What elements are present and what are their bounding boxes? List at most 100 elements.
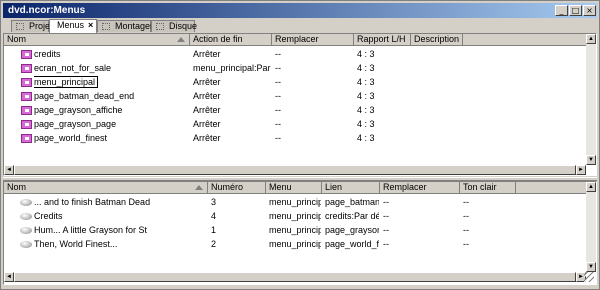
menu-icon <box>21 134 32 143</box>
sort-ascending-icon <box>177 37 185 42</box>
resize-grip-icon[interactable] <box>584 272 594 282</box>
scroll-thumb[interactable] <box>14 165 576 175</box>
menu-icon <box>21 92 32 101</box>
menus-list: Nom Action de fin Remplacer Rapport L/H … <box>3 33 597 176</box>
button-replace: -- <box>383 225 389 235</box>
menu-ratio: 4 : 3 <box>357 133 375 143</box>
column-header-description[interactable]: Description <box>411 34 463 46</box>
menu-action: Arrêter <box>193 119 221 129</box>
button-replace: -- <box>383 197 389 207</box>
horizontal-scrollbar[interactable]: ◄ ► <box>4 272 586 282</box>
window-title: dvd.ncor:Menus <box>8 5 86 16</box>
title-bar[interactable]: dvd.ncor:Menus _ □ × <box>3 3 597 18</box>
button-number: 4 <box>211 211 217 221</box>
button-name: Credits <box>34 211 63 221</box>
vertical-scrollbar[interactable]: ▲ ▼ <box>586 34 596 165</box>
menu-name: page_batman_dead_end <box>34 91 135 101</box>
tab-montages[interactable]: Montages <box>97 20 155 32</box>
button-icon <box>20 241 32 248</box>
scroll-left-button[interactable]: ◄ <box>4 272 14 282</box>
tab-icon <box>102 23 110 30</box>
column-header-action-de-fin[interactable]: Action de fin <box>190 34 272 46</box>
tab-icon <box>16 23 24 30</box>
menu-icon <box>21 50 32 59</box>
menu-icon <box>21 78 32 87</box>
menu-ratio: 4 : 3 <box>357 49 375 59</box>
button-tone: -- <box>463 225 469 235</box>
menu-name: page_grayson_page <box>34 119 117 129</box>
menu-ratio: 4 : 3 <box>357 77 375 87</box>
menu-action: Arrêter <box>193 105 221 115</box>
column-header-nom[interactable]: Nom <box>4 34 190 46</box>
scroll-up-button[interactable]: ▲ <box>586 34 596 44</box>
menus-window: dvd.ncor:Menus _ □ × Projet Menus × Mont… <box>0 0 600 290</box>
button-tone: -- <box>463 239 469 249</box>
maximize-button[interactable]: □ <box>569 5 582 16</box>
button-number: 1 <box>211 225 217 235</box>
horizontal-scrollbar[interactable]: ◄ ► <box>4 165 586 175</box>
column-header-menu[interactable]: Menu <box>266 182 322 194</box>
menu-replace: -- <box>275 49 281 59</box>
menu-replace: -- <box>275 91 281 101</box>
menu-ratio: 4 : 3 <box>357 119 375 129</box>
sort-ascending-icon <box>195 185 203 190</box>
column-header-rapport[interactable]: Rapport L/H <box>354 34 411 46</box>
column-header-filler <box>516 182 588 194</box>
button-link: page_batman... <box>325 197 379 207</box>
column-header-ton-clair[interactable]: Ton clair <box>460 182 516 194</box>
column-header-nom[interactable]: Nom <box>4 182 208 194</box>
scroll-thumb[interactable] <box>14 272 576 282</box>
menu-name: page_grayson_affiche <box>34 105 123 115</box>
button-icon <box>20 227 32 234</box>
button-menu: menu_principal <box>269 211 321 221</box>
menu-name-edit-field[interactable]: menu_principal <box>34 76 99 88</box>
menu-name: credits <box>34 49 61 59</box>
button-tone: -- <box>463 211 469 221</box>
tab-close-icon[interactable]: × <box>88 20 93 31</box>
column-label: Nom <box>7 182 27 192</box>
button-replace: -- <box>383 239 389 249</box>
close-button[interactable]: × <box>583 5 596 16</box>
menu-action: menu_principal:Par d... <box>193 63 271 73</box>
button-icon <box>20 213 32 220</box>
vertical-scrollbar[interactable]: ▲ ▼ <box>586 182 596 272</box>
column-header-lien[interactable]: Lien <box>322 182 380 194</box>
column-label: Nom <box>7 34 27 44</box>
menu-replace: -- <box>275 77 281 87</box>
button-link: page_grayson... <box>325 225 379 235</box>
menu-name-cell: menu_principal <box>34 75 99 89</box>
column-header-remplacer[interactable]: Remplacer <box>272 34 354 46</box>
button-name: Hum... A little Grayson for St <box>34 225 148 235</box>
tab-label: Disque <box>169 21 198 31</box>
scroll-down-button[interactable]: ▼ <box>586 155 596 165</box>
menu-action: Arrêter <box>193 91 221 101</box>
menu-ratio: 4 : 3 <box>357 105 375 115</box>
column-header-filler <box>463 34 588 46</box>
menu-replace: -- <box>275 133 281 143</box>
minimize-button[interactable]: _ <box>555 5 568 16</box>
button-tone: -- <box>463 197 469 207</box>
tab-bar: Projet Menus × Montages Disque <box>3 19 597 33</box>
menu-ratio: 4 : 3 <box>357 63 375 73</box>
button-replace: -- <box>383 211 389 221</box>
tab-projet[interactable]: Projet <box>11 20 53 32</box>
scroll-left-button[interactable]: ◄ <box>4 165 14 175</box>
menu-ratio: 4 : 3 <box>357 91 375 101</box>
tab-disque[interactable]: Disque <box>151 20 198 32</box>
button-name: Then, World Finest... <box>34 239 118 249</box>
button-icon <box>20 199 32 206</box>
tab-menus[interactable]: Menus × <box>49 19 97 33</box>
button-menu: menu_principal <box>269 239 321 249</box>
scroll-down-button[interactable]: ▼ <box>586 262 596 272</box>
menu-action: Arrêter <box>193 77 221 87</box>
menu-action: Arrêter <box>193 49 221 59</box>
button-name: ... and to finish Batman Dead <box>34 197 151 207</box>
tab-icon <box>156 23 164 30</box>
column-header-remplacer[interactable]: Remplacer <box>380 182 460 194</box>
menu-icon <box>21 64 32 73</box>
scroll-right-button[interactable]: ► <box>576 165 586 175</box>
menu-replace: -- <box>275 105 281 115</box>
menu-action: Arrêter <box>193 133 221 143</box>
scroll-up-button[interactable]: ▲ <box>586 182 596 192</box>
column-header-numero[interactable]: Numéro <box>208 182 266 194</box>
